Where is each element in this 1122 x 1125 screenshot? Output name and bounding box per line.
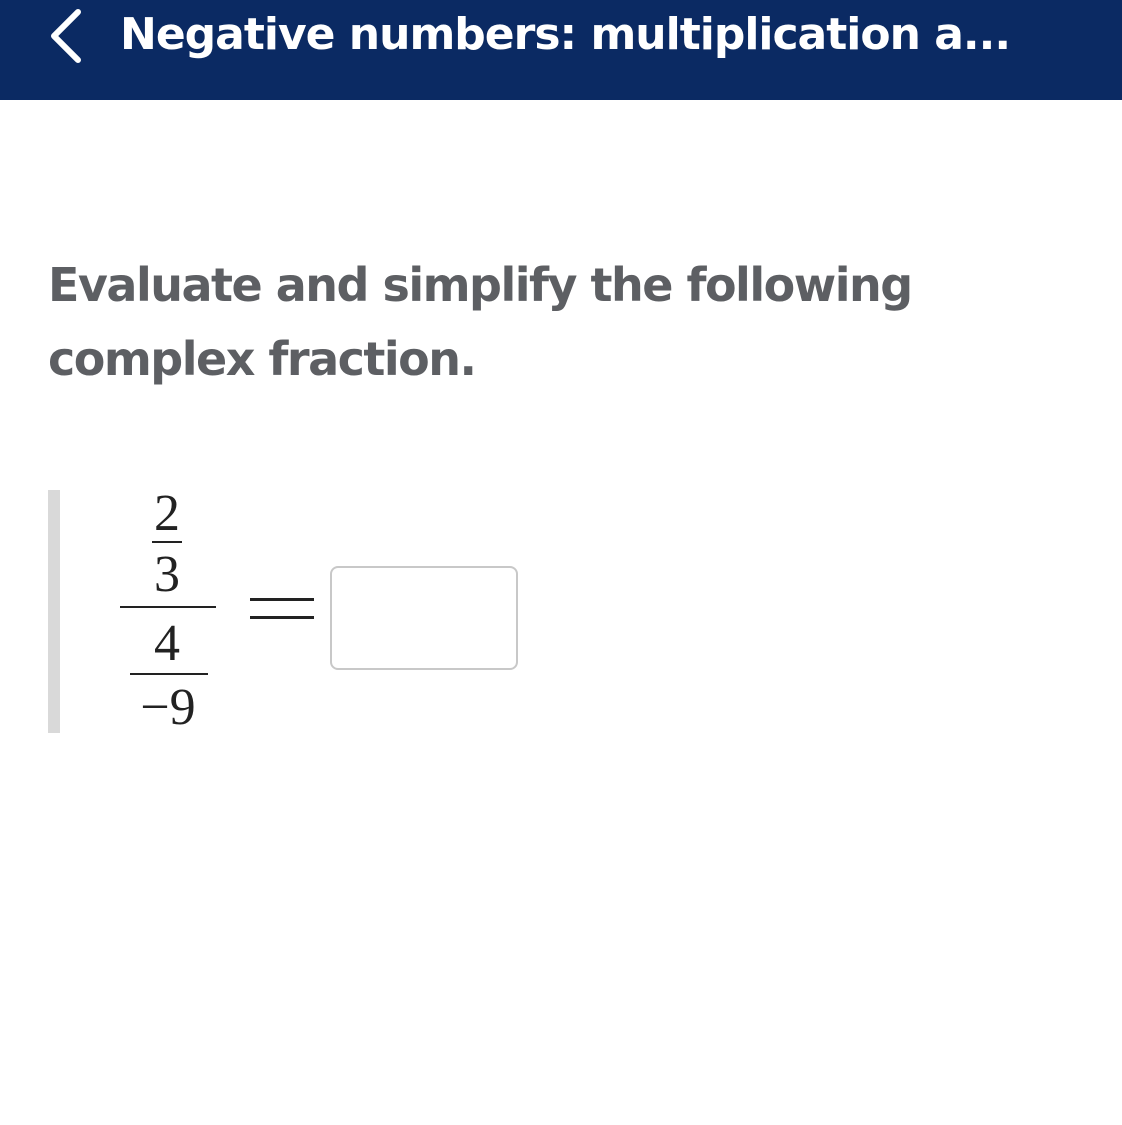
question-indent-bar: [48, 490, 60, 733]
page-title: Negative numbers: multiplication a...: [120, 9, 1011, 60]
question-prompt: Evaluate and simplify the following comp…: [48, 258, 913, 386]
answer-input[interactable]: [330, 566, 518, 670]
app-header: Negative numbers: multiplication a...: [0, 0, 1122, 100]
denominator-top: 4: [154, 615, 180, 672]
main-fraction-bar: [120, 606, 216, 608]
numerator-top: 2: [154, 485, 180, 542]
numerator-bottom: 3: [154, 546, 180, 603]
chevron-left-icon: [51, 9, 81, 63]
denominator-fraction-bar: [130, 673, 208, 675]
denominator-bottom: −9: [140, 679, 196, 736]
back-button[interactable]: [36, 0, 96, 72]
numerator-fraction-bar: [152, 541, 182, 543]
equals-sign: [250, 598, 316, 620]
